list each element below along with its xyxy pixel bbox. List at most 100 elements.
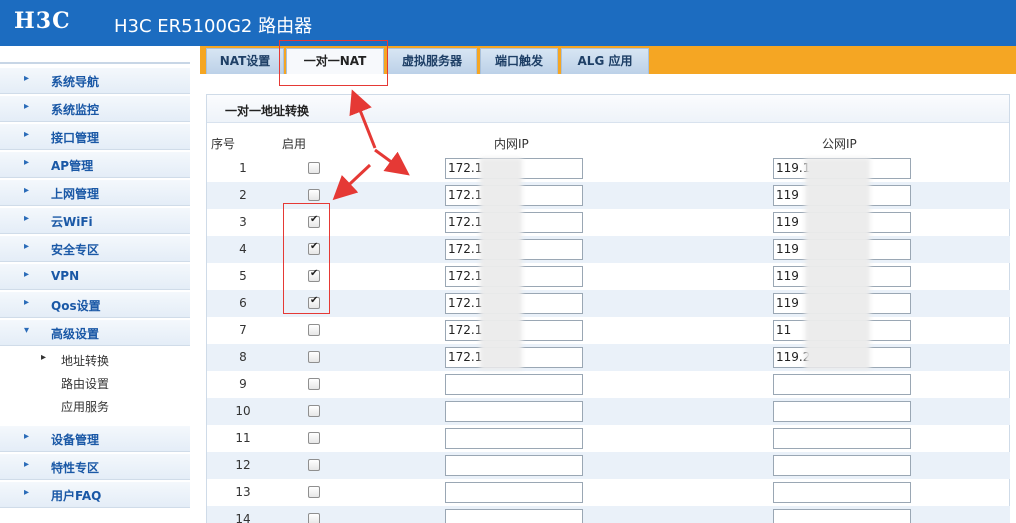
- expand-icon: ▸: [24, 157, 30, 168]
- col-header-enable: 启用: [282, 137, 307, 151]
- lan-ip-input[interactable]: [445, 374, 583, 395]
- row-number: 11: [235, 431, 251, 445]
- section-header: 一对一地址转换: [207, 95, 1009, 123]
- sidebar-item-security[interactable]: ▸ 安全专区: [0, 236, 190, 262]
- sidebar-subitem-app-service[interactable]: 应用服务: [0, 395, 190, 417]
- table-row: 11: [207, 425, 1010, 452]
- lan-ip-input[interactable]: [445, 455, 583, 476]
- expand-icon: ▸: [24, 213, 30, 224]
- row-number: 5: [239, 269, 247, 283]
- sidebar-item-vpn[interactable]: ▸ VPN: [0, 264, 190, 290]
- enable-checkbox[interactable]: [308, 486, 320, 498]
- row-number: 9: [239, 377, 247, 391]
- enable-checkbox[interactable]: [308, 432, 320, 444]
- sidebar-item-label: 上网管理: [51, 187, 100, 201]
- app-header: H3C H3C ER5100G2 路由器: [0, 0, 1016, 46]
- tab-alg[interactable]: ALG 应用: [561, 48, 649, 74]
- enable-checkbox[interactable]: [308, 189, 320, 201]
- collapse-icon: ▾: [24, 325, 30, 336]
- sidebar-item-label: AP管理: [51, 159, 94, 173]
- sidebar-item-device[interactable]: ▸ 设备管理: [0, 426, 190, 452]
- sidebar-item-advanced[interactable]: ▾ 高级设置: [0, 320, 190, 346]
- lan-ip-input[interactable]: [445, 401, 583, 422]
- table-row: 14: [207, 506, 1010, 523]
- enable-checkbox[interactable]: [308, 459, 320, 471]
- sidebar-item-label: VPN: [51, 269, 80, 283]
- redaction-blur: [805, 158, 870, 370]
- section-title: 一对一地址转换: [225, 104, 310, 118]
- row-number: 2: [239, 188, 247, 202]
- wan-ip-input[interactable]: [773, 455, 911, 476]
- wan-ip-input[interactable]: [773, 374, 911, 395]
- h3c-logo: H3C: [14, 8, 71, 34]
- expand-icon: ▸: [24, 241, 30, 252]
- lan-ip-input[interactable]: [445, 482, 583, 503]
- row-number: 13: [235, 485, 251, 499]
- enable-checkbox[interactable]: [308, 513, 320, 523]
- sidebar-subitem-routing[interactable]: 路由设置: [0, 372, 190, 394]
- expand-icon: ▸: [24, 431, 30, 442]
- sidebar-subitem-nat[interactable]: ▸ 地址转换: [0, 349, 190, 371]
- expand-icon: ▸: [24, 185, 30, 196]
- wan-ip-input[interactable]: [773, 509, 911, 523]
- sidebar-item-label: 高级设置: [51, 327, 100, 341]
- sidebar-item-interface[interactable]: ▸ 接口管理: [0, 124, 190, 150]
- sidebar-item-label: 特性专区: [51, 461, 100, 475]
- row-number: 1: [239, 161, 247, 175]
- sidebar-item-internet[interactable]: ▸ 上网管理: [0, 180, 190, 206]
- sidebar-item-label: Qos设置: [51, 299, 101, 313]
- col-header-lan-ip: 内网IP: [494, 137, 529, 151]
- row-number: 6: [239, 296, 247, 310]
- expand-icon: ▸: [24, 459, 30, 470]
- sidebar-item-faq[interactable]: ▸ 用户FAQ: [0, 482, 190, 508]
- table-row: 12: [207, 452, 1010, 479]
- sidebar-item-features[interactable]: ▸ 特性专区: [0, 454, 190, 480]
- table-row: 9: [207, 371, 1010, 398]
- table-row: 1 172.1 119.1: [207, 155, 1010, 182]
- tab-port-trigger[interactable]: 端口触发: [480, 48, 558, 74]
- sidebar-item-label: 云WiFi: [51, 215, 93, 229]
- sidebar: ▸ 系统导航 ▸ 系统监控 ▸ 接口管理 ▸ AP管理 ▸ 上网管理 ▸ 云Wi…: [0, 46, 200, 523]
- sidebar-item-qos[interactable]: ▸ Qos设置: [0, 292, 190, 318]
- enable-checkbox[interactable]: [308, 162, 320, 174]
- sidebar-item-label: 系统监控: [51, 103, 100, 117]
- sidebar-item-label: 设备管理: [51, 433, 100, 447]
- enable-checkbox[interactable]: [308, 351, 320, 363]
- enable-checkbox[interactable]: [308, 378, 320, 390]
- sidebar-item-label: 用户FAQ: [51, 489, 102, 503]
- tab-virtual-server[interactable]: 虚拟服务器: [387, 48, 477, 74]
- current-arrow-icon: ▸: [41, 352, 47, 363]
- sidebar-item-label: 接口管理: [51, 131, 100, 145]
- row-number: 8: [239, 350, 247, 364]
- sidebar-item-ap[interactable]: ▸ AP管理: [0, 152, 190, 178]
- tab-nat-settings[interactable]: NAT设置: [206, 48, 284, 74]
- sidebar-subitem-label: 地址转换: [61, 354, 110, 368]
- sidebar-item-cloud-wifi[interactable]: ▸ 云WiFi: [0, 208, 190, 234]
- row-number: 12: [235, 458, 251, 472]
- lan-ip-input[interactable]: [445, 509, 583, 523]
- sidebar-subitem-label: 应用服务: [61, 400, 110, 414]
- wan-ip-input[interactable]: [773, 401, 911, 422]
- expand-icon: ▸: [24, 129, 30, 140]
- expand-icon: ▸: [24, 73, 30, 84]
- sidebar-item-label: 安全专区: [51, 243, 100, 257]
- wan-ip-input[interactable]: [773, 482, 911, 503]
- expand-icon: ▸: [24, 269, 30, 280]
- row-number: 4: [239, 242, 247, 256]
- expand-icon: ▸: [24, 487, 30, 498]
- table-row: 10: [207, 398, 1010, 425]
- row-number: 7: [239, 323, 247, 337]
- enable-checkbox[interactable]: [308, 324, 320, 336]
- col-header-no: 序号: [211, 137, 236, 151]
- sidebar-item-system-nav[interactable]: ▸ 系统导航: [0, 68, 190, 94]
- lan-ip-input[interactable]: [445, 428, 583, 449]
- expand-icon: ▸: [24, 101, 30, 112]
- sidebar-item-system-monitor[interactable]: ▸ 系统监控: [0, 96, 190, 122]
- annotation-box-checkboxes: [283, 203, 330, 314]
- wan-ip-input[interactable]: [773, 428, 911, 449]
- table-row: 13: [207, 479, 1010, 506]
- table-row: 8 172.1 119.2: [207, 344, 1010, 371]
- enable-checkbox[interactable]: [308, 405, 320, 417]
- redaction-blur: [480, 158, 522, 370]
- row-number: 10: [235, 404, 251, 418]
